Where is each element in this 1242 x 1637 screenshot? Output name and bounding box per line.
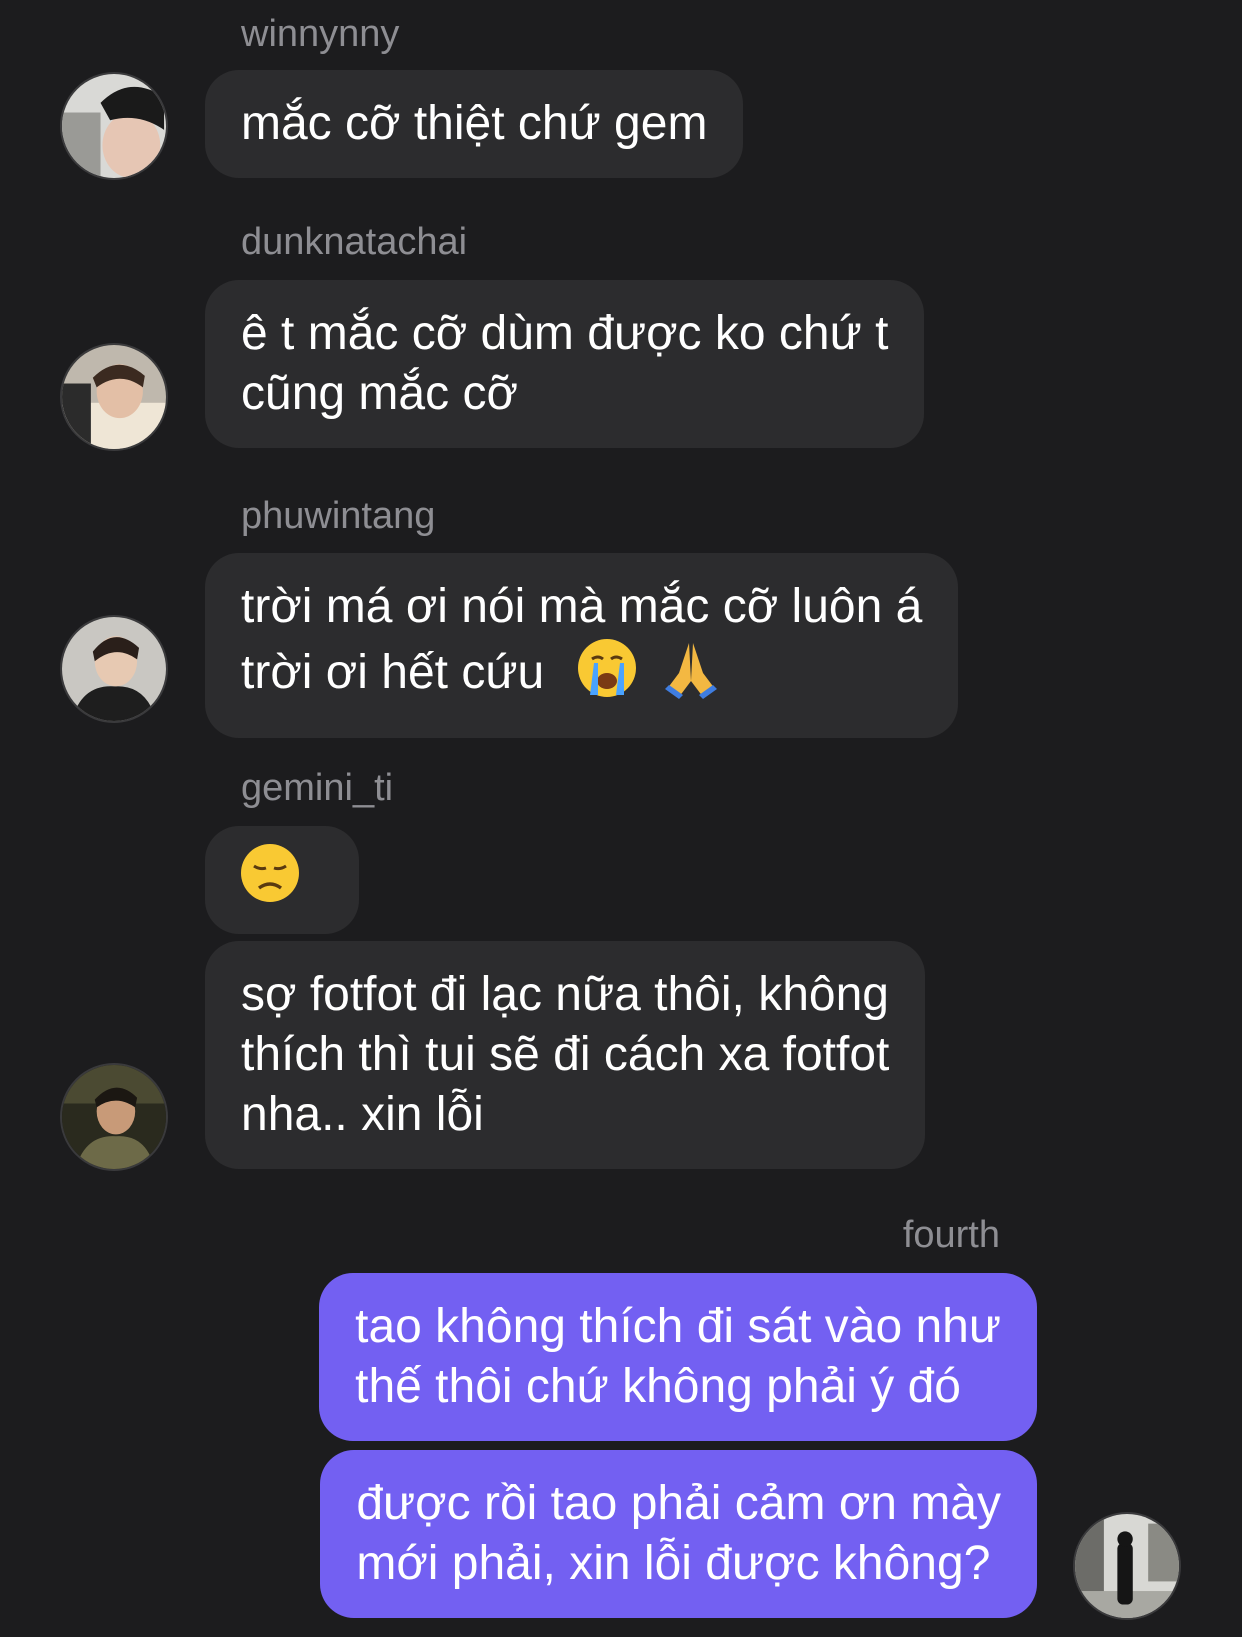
message-text: nha.. xin lỗi xyxy=(241,1088,484,1141)
avatar-photo xyxy=(62,1065,166,1169)
avatar-photo xyxy=(62,345,166,449)
message-text: thích thì tui sẽ đi cách xa fotfot xyxy=(241,1028,890,1081)
avatar-photo xyxy=(62,617,166,721)
sender-name: fourth xyxy=(902,1214,1000,1256)
message-bubble[interactable]: sợ fotfot đi lạc nữa thôi, không thích t… xyxy=(205,941,926,1169)
message-text: được rồi tao phải cảm ơn mày xyxy=(356,1477,1001,1530)
message-text: tao không thích đi sát vào như xyxy=(355,1300,1001,1353)
message-text: mới phải, xin lỗi được không? xyxy=(356,1537,991,1590)
message-bubble[interactable]: ê t mắc cỡ dùm được ko chứ t cũng mắc cỡ xyxy=(205,280,925,448)
message-text: sợ fotfot đi lạc nữa thôi, không xyxy=(241,968,889,1021)
avatar-phuwintang[interactable] xyxy=(60,615,168,723)
message-bubble[interactable]: mắc cỡ thiệt chứ gem xyxy=(205,70,744,178)
message-text: trời ơi hết cứu xyxy=(241,646,545,700)
loudly-crying-face-icon xyxy=(576,637,638,714)
sender-name: phuwintang xyxy=(241,495,436,537)
message-text: trời má ơi nói mà mắc cỡ luôn á xyxy=(241,580,923,633)
message-text: ê t mắc cỡ dùm được ko chứ t xyxy=(241,307,889,360)
avatar-photo xyxy=(1075,1514,1179,1618)
message-text: cũng mắc cỡ xyxy=(241,367,518,420)
avatar-fourth[interactable] xyxy=(1073,1512,1181,1620)
message-bubble-outgoing[interactable]: tao không thích đi sát vào như thế thôi … xyxy=(319,1273,1037,1441)
message-text: mắc cỡ thiệt chứ gem xyxy=(241,97,708,150)
avatar-winnynny[interactable] xyxy=(60,72,168,180)
avatar-gemini-ti[interactable] xyxy=(60,1063,168,1171)
avatar-dunknatachai[interactable] xyxy=(60,343,168,451)
message-bubble-outgoing[interactable]: được rồi tao phải cảm ơn mày mới phải, x… xyxy=(320,1450,1037,1618)
sender-name: dunknatachai xyxy=(241,221,468,263)
sender-name: winnynny xyxy=(241,13,400,55)
message-bubble[interactable] xyxy=(205,826,359,934)
message-text: thế thôi chứ không phải ý đó xyxy=(355,1360,961,1413)
avatar-photo xyxy=(62,74,166,178)
disappointed-face-icon xyxy=(239,842,301,919)
sender-name: gemini_ti xyxy=(241,767,394,809)
folded-hands-icon xyxy=(659,637,723,714)
message-bubble[interactable]: trời má ơi nói mà mắc cỡ luôn á trời ơi … xyxy=(205,553,959,738)
